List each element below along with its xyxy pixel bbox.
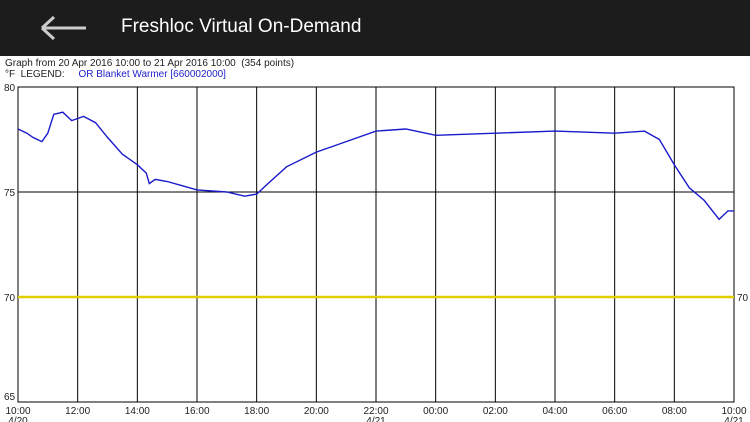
x-date-label: 4/20 xyxy=(8,416,28,422)
x-tick-label: 08:00 xyxy=(662,406,687,417)
x-tick-label: 18:00 xyxy=(244,406,269,417)
y-tick-label: 65 xyxy=(4,392,16,403)
x-tick-label: 02:00 xyxy=(483,406,508,417)
x-tick-label: 14:00 xyxy=(125,406,150,417)
x-tick-label: 16:00 xyxy=(184,406,209,417)
temperature-chart: 10:00 12:00 14:00 16:00 18:00 20:00 22:00 00:00… xyxy=(4,83,749,422)
x-tick-label: 20:00 xyxy=(304,406,329,417)
x-tick-label: 12:00 xyxy=(65,406,90,417)
x-tick-label: 04:00 xyxy=(542,406,567,417)
y-tick-label: 70 xyxy=(4,293,16,304)
y-tick-label: 80 xyxy=(4,83,16,94)
threshold-label: 70 xyxy=(737,293,749,304)
x-date-label: 4/21 xyxy=(366,416,386,422)
x-date-label: 4/21 xyxy=(724,416,744,422)
x-tick-label: 00:00 xyxy=(423,406,448,417)
y-tick-label: 75 xyxy=(4,188,16,199)
x-tick-label: 06:00 xyxy=(602,406,627,417)
